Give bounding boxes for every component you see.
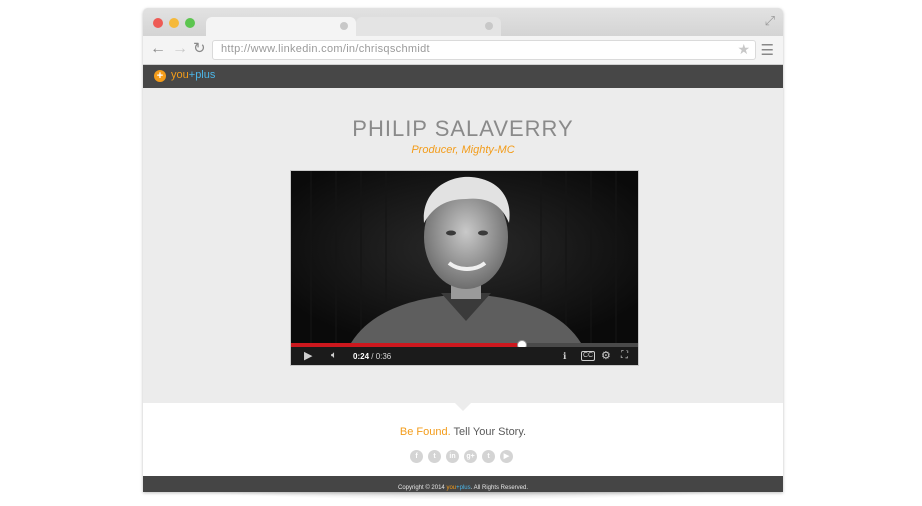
video-frame[interactable] bbox=[291, 171, 638, 343]
facebook-icon[interactable]: f bbox=[410, 450, 423, 463]
video-current-time: 0:24 bbox=[353, 352, 370, 361]
gear-icon[interactable]: ⚙ bbox=[601, 349, 611, 363]
browser-window: ⤢ ← → ↻ http://www.linkedin.com/in/chris… bbox=[143, 8, 783, 492]
info-icon[interactable]: ℹ bbox=[563, 349, 566, 363]
address-bar[interactable]: http://www.linkedin.com/in/chrisqschmidt… bbox=[212, 40, 756, 60]
video-player[interactable]: ▶ 🔈︎ 0:24 / 0:36 ℹ CC ⚙ ⛶ bbox=[290, 170, 639, 366]
tab-close-icon[interactable] bbox=[485, 22, 493, 30]
section-notch bbox=[454, 402, 472, 411]
volume-icon[interactable]: 🔈︎ bbox=[331, 349, 337, 363]
video-time-separator: / bbox=[369, 352, 376, 361]
copyright-brand-you: you bbox=[446, 485, 457, 491]
profile-hero: PHILIP SALAVERRY Producer, Mighty-MC ▶ 🔈… bbox=[143, 88, 783, 403]
profile-role: Producer, Mighty-MC bbox=[411, 144, 515, 156]
bookmark-star-icon[interactable]: ★ bbox=[737, 41, 750, 58]
copyright-brand-plus: plus bbox=[459, 485, 471, 491]
youtube-icon[interactable]: ▶ bbox=[500, 450, 513, 463]
tumblr-icon[interactable]: t bbox=[482, 450, 495, 463]
expand-icon[interactable]: ⤢ bbox=[765, 13, 775, 29]
captions-icon[interactable]: CC bbox=[581, 351, 596, 361]
copyright-prefix: Copyright © 2014 bbox=[397, 485, 447, 491]
copyright-bar: Copyright © 2014 you+plus. All Rights Re… bbox=[143, 476, 783, 492]
logo-word-you: you bbox=[171, 69, 189, 81]
browser-tab[interactable] bbox=[356, 17, 501, 37]
logo-plus-icon[interactable]: + bbox=[154, 70, 166, 82]
tab-close-icon[interactable] bbox=[340, 22, 348, 30]
minimize-window-button[interactable] bbox=[169, 18, 179, 28]
browser-tab-active[interactable] bbox=[206, 17, 356, 37]
social-links: f t in g+ t ▶ bbox=[410, 450, 518, 464]
tagline-accent: Be Found. bbox=[399, 426, 451, 438]
video-controls: ▶ 🔈︎ 0:24 / 0:36 ℹ CC ⚙ ⛶ bbox=[291, 347, 638, 365]
reload-icon[interactable]: ↻ bbox=[193, 40, 206, 58]
close-window-button[interactable] bbox=[153, 18, 163, 28]
copyright-suffix: . All Rights Reserved. bbox=[470, 485, 529, 491]
video-time: 0:24 / 0:36 bbox=[353, 350, 391, 364]
tagline: Be Found. Tell Your Story. bbox=[143, 426, 783, 438]
site-header: + you+plus bbox=[143, 65, 783, 88]
browser-titlebar: ⤢ bbox=[143, 8, 783, 37]
address-bar-url: http://www.linkedin.com/in/chrisqschmidt bbox=[221, 43, 430, 55]
google-plus-icon[interactable]: g+ bbox=[464, 450, 477, 463]
linkedin-icon[interactable]: in bbox=[446, 450, 459, 463]
copyright-text: Copyright © 2014 you+plus. All Rights Re… bbox=[398, 485, 528, 491]
zoom-window-button[interactable] bbox=[185, 18, 195, 28]
tagline-rest: Tell Your Story. bbox=[450, 426, 527, 438]
logo-word-plus: plus bbox=[195, 69, 216, 81]
site-logo[interactable]: you+plus bbox=[171, 69, 215, 81]
play-icon[interactable]: ▶ bbox=[304, 349, 312, 363]
page-footer: Be Found. Tell Your Story. f t in g+ t ▶ bbox=[143, 402, 783, 476]
fullscreen-icon[interactable]: ⛶ bbox=[621, 349, 628, 363]
hamburger-menu-icon[interactable]: ☰ bbox=[761, 41, 774, 59]
profile-name: PHILIP SALAVERRY bbox=[352, 116, 574, 141]
twitter-icon[interactable]: t bbox=[428, 450, 441, 463]
video-duration: 0:36 bbox=[375, 352, 392, 361]
forward-arrow-icon[interactable]: → bbox=[172, 40, 188, 58]
back-arrow-icon[interactable]: ← bbox=[150, 40, 166, 58]
browser-toolbar: ← → ↻ http://www.linkedin.com/in/chrisqs… bbox=[143, 36, 783, 65]
